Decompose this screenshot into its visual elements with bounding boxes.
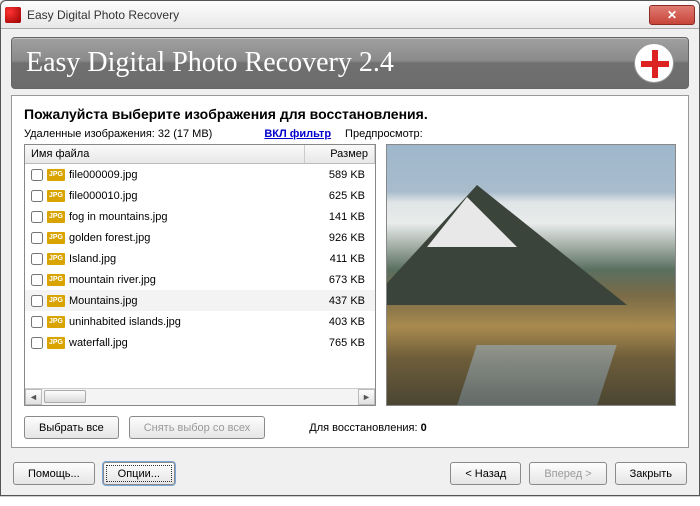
table-row[interactable]: JPG fog in mountains.jpg141 KB	[25, 206, 375, 227]
row-checkbox[interactable]	[31, 232, 43, 244]
main-panel: Пожалуйста выберите изображения для восс…	[11, 95, 689, 448]
app-icon	[5, 7, 21, 23]
table-row[interactable]: JPG mountain river.jpg673 KB	[25, 269, 375, 290]
row-checkbox[interactable]	[31, 337, 43, 349]
row-checkbox[interactable]	[31, 316, 43, 328]
row-checkbox[interactable]	[31, 211, 43, 223]
list-header: Имя файла Размер	[25, 145, 375, 164]
scroll-track[interactable]	[42, 389, 358, 405]
file-name: Mountains.jpg	[69, 295, 305, 307]
close-button[interactable]: Закрыть	[615, 462, 687, 485]
row-checkbox[interactable]	[31, 169, 43, 181]
jpg-icon: JPG	[47, 253, 65, 265]
table-row[interactable]: JPG uninhabited islands.jpg403 KB	[25, 311, 375, 332]
close-icon: ✕	[667, 8, 677, 22]
row-checkbox[interactable]	[31, 253, 43, 265]
file-size: 403 KB	[305, 316, 369, 328]
file-size: 625 KB	[305, 190, 369, 202]
options-button[interactable]: Опции...	[103, 462, 175, 485]
file-size: 673 KB	[305, 274, 369, 286]
scroll-right-arrow[interactable]: ►	[358, 389, 375, 405]
file-size: 589 KB	[305, 169, 369, 181]
file-name: mountain river.jpg	[69, 274, 305, 286]
jpg-icon: JPG	[47, 190, 65, 202]
titlebar: Easy Digital Photo Recovery ✕	[1, 1, 699, 29]
table-row[interactable]: JPG file000010.jpg625 KB	[25, 185, 375, 206]
scroll-left-arrow[interactable]: ◄	[25, 389, 42, 405]
back-button[interactable]: < Назад	[450, 462, 521, 485]
file-size: 411 KB	[305, 253, 369, 265]
column-size[interactable]: Размер	[305, 145, 375, 163]
file-size: 765 KB	[305, 337, 369, 349]
table-row[interactable]: JPG waterfall.jpg765 KB	[25, 332, 375, 353]
file-name: file000010.jpg	[69, 190, 305, 202]
file-name: fog in mountains.jpg	[69, 211, 305, 223]
jpg-icon: JPG	[47, 211, 65, 223]
jpg-icon: JPG	[47, 295, 65, 307]
deselect-all-button[interactable]: Снять выбор со всех	[129, 416, 266, 439]
jpg-icon: JPG	[47, 274, 65, 286]
file-size: 141 KB	[305, 211, 369, 223]
content-row: Имя файла Размер JPG file000009.jpg589 KB…	[24, 144, 676, 406]
deleted-count-label: Удаленные изображения: 32 (17 MB)	[24, 128, 212, 140]
horizontal-scrollbar[interactable]: ◄ ►	[25, 388, 375, 405]
scroll-thumb[interactable]	[44, 390, 86, 403]
preview-label: Предпросмотр:	[345, 128, 423, 140]
file-name: waterfall.jpg	[69, 337, 305, 349]
row-checkbox[interactable]	[31, 190, 43, 202]
app-window: Easy Digital Photo Recovery ✕ Easy Digit…	[0, 0, 700, 496]
footer-bar: Помощь... Опции... < Назад Вперед > Закр…	[1, 454, 699, 495]
info-row: Удаленные изображения: 32 (17 MB) ВКЛ фи…	[24, 128, 676, 140]
column-name[interactable]: Имя файла	[25, 145, 305, 163]
jpg-icon: JPG	[47, 337, 65, 349]
banner: Easy Digital Photo Recovery 2.4	[11, 37, 689, 89]
file-name: file000009.jpg	[69, 169, 305, 181]
select-all-button[interactable]: Выбрать все	[24, 416, 119, 439]
table-row[interactable]: JPG file000009.jpg589 KB	[25, 164, 375, 185]
file-name: golden forest.jpg	[69, 232, 305, 244]
window-close-button[interactable]: ✕	[649, 5, 695, 25]
jpg-icon: JPG	[47, 316, 65, 328]
table-row[interactable]: JPG Island.jpg411 KB	[25, 248, 375, 269]
recovery-cross-icon	[634, 43, 674, 83]
table-row[interactable]: JPG golden forest.jpg926 KB	[25, 227, 375, 248]
jpg-icon: JPG	[47, 169, 65, 181]
file-size: 437 KB	[305, 295, 369, 307]
filter-toggle-link[interactable]: ВКЛ фильтр	[264, 128, 331, 140]
recover-count-label: Для восстановления: 0	[309, 422, 426, 434]
jpg-icon: JPG	[47, 232, 65, 244]
list-body: JPG file000009.jpg589 KB JPG file000010.jpg…	[25, 164, 375, 388]
selection-row: Выбрать все Снять выбор со всех Для восс…	[24, 416, 676, 439]
preview-pane	[386, 144, 676, 406]
panel-heading: Пожалуйста выберите изображения для восс…	[24, 106, 676, 122]
row-checkbox[interactable]	[31, 295, 43, 307]
banner-title: Easy Digital Photo Recovery 2.4	[26, 47, 634, 79]
file-list: Имя файла Размер JPG file000009.jpg589 KB…	[24, 144, 376, 406]
file-name: uninhabited islands.jpg	[69, 316, 305, 328]
forward-button[interactable]: Вперед >	[529, 462, 606, 485]
file-name: Island.jpg	[69, 253, 305, 265]
window-title: Easy Digital Photo Recovery	[27, 8, 649, 22]
help-button[interactable]: Помощь...	[13, 462, 95, 485]
file-size: 926 KB	[305, 232, 369, 244]
row-checkbox[interactable]	[31, 274, 43, 286]
table-row[interactable]: JPG Mountains.jpg437 KB	[25, 290, 375, 311]
